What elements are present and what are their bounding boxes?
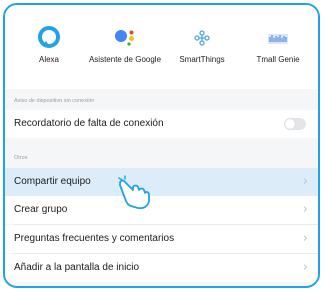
toggle-knob (285, 119, 295, 129)
google-assistant-icon (115, 30, 134, 46)
chevron-right-icon: › (302, 174, 308, 189)
device-settings-panel: Alexa Asistente de Google SmartThings Tm… (3, 3, 320, 288)
menu-item-add-to-home[interactable]: Añadir a la pantalla de inicio › (5, 254, 318, 282)
service-alexa[interactable]: Alexa (9, 25, 89, 65)
service-label-tmall-genie: Tmall Genie (256, 55, 300, 64)
chevron-right-icon: › (302, 260, 308, 275)
smartthings-icon (194, 30, 210, 46)
menu-item-label: Compartir equipo (14, 176, 91, 187)
service-label-alexa: Alexa (38, 55, 59, 64)
section-label-offline: Aviso de dispositivo sin conexión (14, 98, 95, 104)
section-label-others: Otros (14, 155, 28, 161)
tmall-genie-icon (268, 34, 288, 44)
service-tmall-genie[interactable]: Tmall Genie (238, 25, 318, 65)
chevron-right-icon: › (302, 231, 308, 246)
menu-item-label: Crear grupo (14, 204, 68, 215)
service-label-google-assistant: Asistente de Google (88, 55, 162, 64)
offline-reminder-label: Recordatorio de falta de conexión (14, 118, 164, 129)
service-label-smartthings: SmartThings (179, 55, 225, 64)
menu-item-label: Añadir a la pantalla de inicio (14, 262, 140, 273)
menu-item-faq-feedback[interactable]: Preguntas frecuentes y comentarios › (5, 225, 318, 253)
service-google-assistant[interactable]: Asistente de Google (85, 25, 165, 65)
offline-reminder-toggle[interactable] (284, 118, 306, 130)
service-smartthings[interactable]: SmartThings (162, 25, 242, 65)
voice-services-bar: Alexa Asistente de Google SmartThings Tm… (5, 5, 318, 89)
offline-reminder-row: Recordatorio de falta de conexión (5, 110, 318, 138)
menu-item-label: Preguntas frecuentes y comentarios (14, 233, 175, 244)
menu-item-share-device[interactable]: Compartir equipo › (5, 168, 318, 196)
chevron-right-icon: › (302, 202, 308, 217)
hand-pointer-icon (118, 175, 150, 210)
menu-item-create-group[interactable]: Crear grupo › (5, 196, 318, 224)
alexa-icon (38, 26, 60, 48)
